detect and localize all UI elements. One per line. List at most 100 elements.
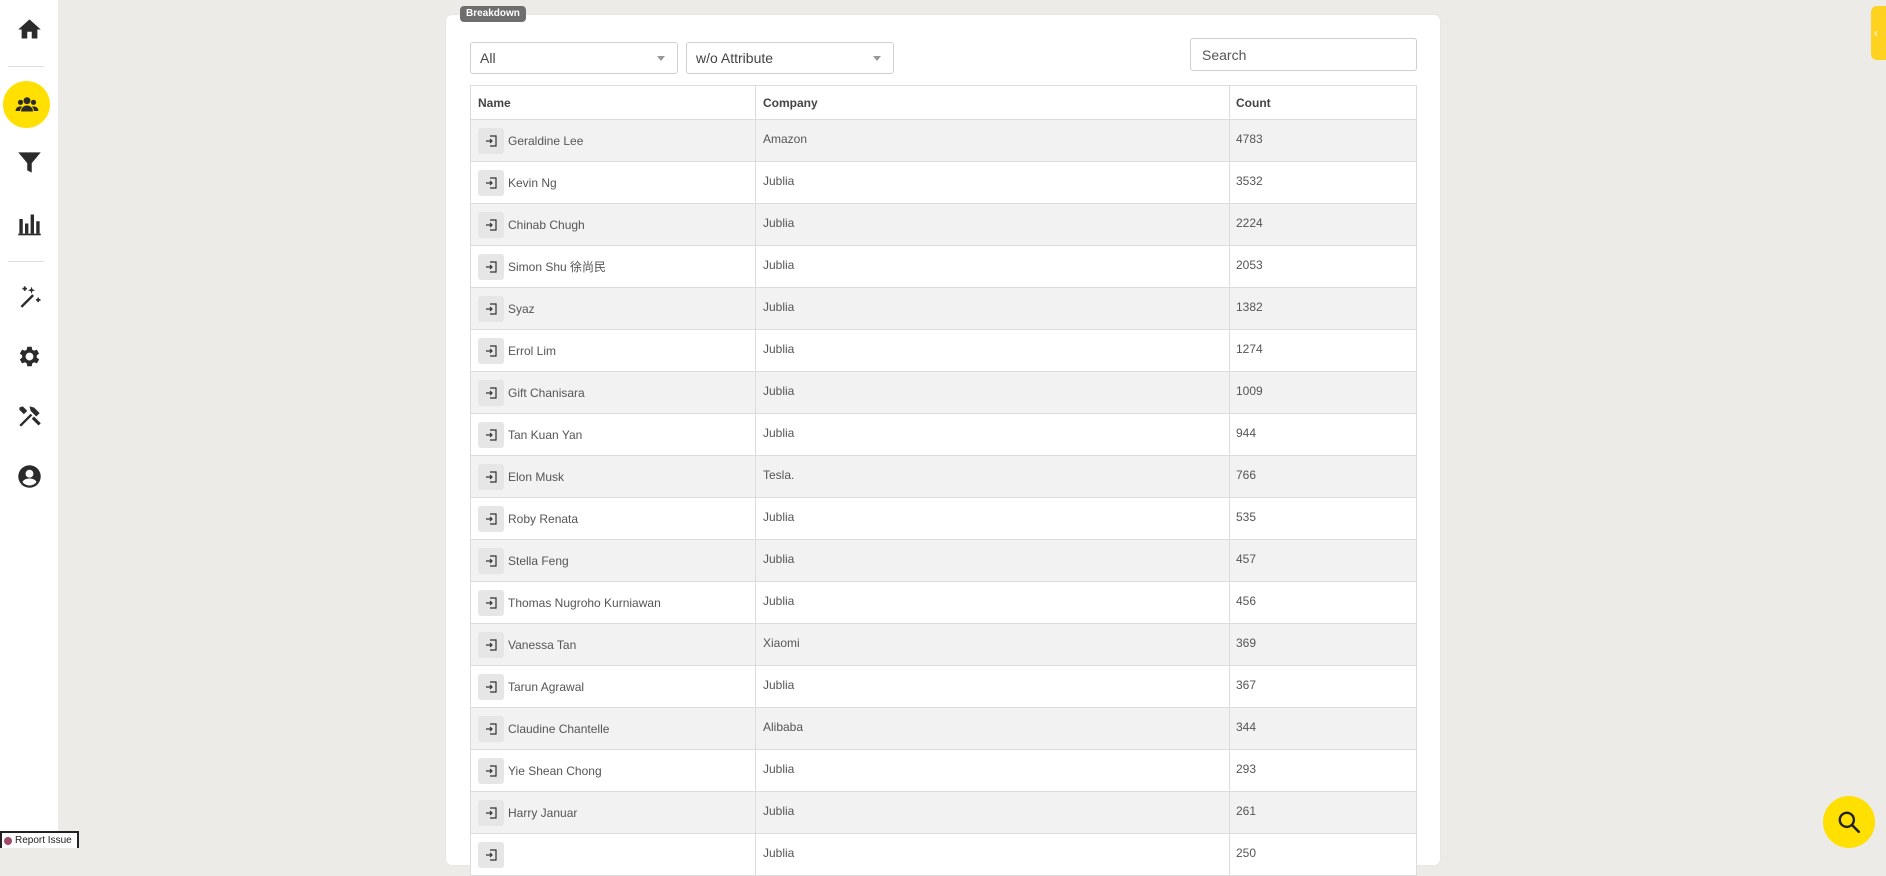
search-fab-button[interactable]	[1823, 796, 1875, 848]
cell-company: Jublia	[756, 288, 1230, 329]
sign-in-icon	[486, 638, 497, 651]
enter-button[interactable]	[478, 295, 504, 322]
cell-count: 344	[1236, 720, 1257, 734]
tools-icon	[18, 405, 41, 427]
users-icon	[15, 96, 38, 111]
person-name: Chinab Chugh	[508, 217, 585, 232]
search-icon	[1838, 811, 1861, 834]
column-header-count[interactable]: Count	[1230, 86, 1416, 119]
sidebar-divider	[8, 261, 44, 262]
nav-filter[interactable]	[4, 137, 54, 187]
cell-count: 3532	[1236, 174, 1263, 188]
cell-company: Alibaba	[756, 708, 1230, 749]
table-row: Kevin Ng Jublia 3532	[471, 161, 1416, 203]
search-input[interactable]	[1190, 38, 1417, 71]
person-name: Harry Januar	[508, 805, 578, 820]
enter-button[interactable]	[478, 673, 504, 700]
enter-button[interactable]	[478, 379, 504, 406]
nav-analytics[interactable]	[4, 198, 54, 248]
cell-name: Thomas Nugroho Kurniawan	[471, 582, 756, 623]
person-name: Roby Renata	[508, 511, 579, 526]
nav-tools[interactable]	[4, 391, 54, 441]
cell-name: Geraldine Lee	[471, 120, 756, 161]
nav-users[interactable]	[3, 81, 50, 128]
sign-in-icon	[486, 848, 497, 861]
enter-button[interactable]	[478, 337, 504, 364]
table-row: Chinab Chugh Jublia 2224	[471, 203, 1416, 245]
attribute-value: w/o Attribute	[696, 50, 774, 66]
sign-in-icon	[486, 470, 497, 483]
bug-icon	[4, 836, 12, 845]
enter-button[interactable]	[478, 631, 504, 658]
person-name: Geraldine Lee	[508, 133, 584, 148]
enter-button[interactable]	[478, 757, 504, 784]
table-row: Gift Chanisara Jublia 1009	[471, 371, 1416, 413]
sign-in-icon	[486, 554, 497, 567]
sign-in-icon	[486, 596, 497, 609]
cell-count: 4783	[1236, 132, 1263, 146]
cell-count: 2053	[1236, 258, 1263, 272]
nav-home[interactable]	[4, 4, 54, 54]
breakdown-table: Name Company Count Geraldine Lee Amazon 47…	[470, 85, 1417, 876]
cell-name: Harry Januar	[471, 792, 756, 833]
cell-company: Xiaomi	[756, 624, 1230, 665]
sign-in-icon	[486, 176, 497, 189]
enter-button[interactable]	[478, 463, 504, 490]
enter-button[interactable]	[478, 211, 504, 238]
enter-button[interactable]	[478, 169, 504, 196]
cell-name: Gift Chanisara	[471, 372, 756, 413]
sign-in-icon	[486, 764, 497, 777]
enter-button[interactable]	[478, 421, 504, 448]
sign-in-icon	[486, 680, 497, 693]
person-name: Tan Kuan Yan	[508, 427, 583, 442]
cell-name: Syaz	[471, 288, 756, 329]
enter-button[interactable]	[478, 253, 504, 280]
enter-button[interactable]	[478, 589, 504, 616]
report-issue-button[interactable]: Report Issue	[0, 831, 79, 848]
cell-company: Jublia	[756, 162, 1230, 203]
breakdown-tag: Breakdown	[460, 6, 526, 22]
cell-company: Amazon	[756, 120, 1230, 161]
person-name: Yie Shean Chong	[508, 763, 602, 778]
enter-button[interactable]	[478, 127, 504, 154]
enter-button[interactable]	[478, 505, 504, 532]
cell-company: Jublia	[756, 204, 1230, 245]
cell-name: Kevin Ng	[471, 162, 756, 203]
enter-button[interactable]	[478, 841, 504, 868]
nav-magic[interactable]	[4, 271, 54, 321]
filter-all-value: All	[480, 50, 496, 66]
cell-name: Stella Feng	[471, 540, 756, 581]
chevron-left-icon: ‹	[1874, 26, 1878, 40]
cell-name: Claudine Chantelle	[471, 708, 756, 749]
enter-button[interactable]	[478, 547, 504, 574]
person-name: Vanessa Tan	[508, 637, 577, 652]
cell-count: 250	[1236, 846, 1257, 860]
cell-count: 369	[1236, 636, 1257, 650]
nav-account[interactable]	[4, 451, 54, 501]
nav-settings[interactable]	[4, 331, 54, 381]
person-name: Syaz	[508, 301, 535, 316]
attribute-select[interactable]: w/o Attribute	[686, 42, 894, 74]
table-row: Simon Shu 徐尚民 Jublia 2053	[471, 245, 1416, 287]
table-row: Elon Musk Tesla. 766	[471, 455, 1416, 497]
enter-button[interactable]	[478, 799, 504, 826]
person-name: Tarun Agrawal	[508, 679, 585, 694]
column-header-name[interactable]: Name	[471, 86, 756, 119]
home-icon	[17, 18, 41, 38]
side-panel-toggle[interactable]: ‹	[1871, 6, 1886, 60]
cell-company: Jublia	[756, 792, 1230, 833]
person-name: Errol Lim	[508, 343, 557, 358]
cell-count: 457	[1236, 552, 1257, 566]
filter-all-select[interactable]: All	[470, 42, 678, 74]
cell-company: Tesla.	[756, 456, 1230, 497]
table-row: Jublia 250	[471, 833, 1416, 875]
cell-name: Errol Lim	[471, 330, 756, 371]
bar-chart-icon	[17, 214, 41, 235]
cell-company: Jublia	[756, 372, 1230, 413]
cell-company: Jublia	[756, 666, 1230, 707]
person-name: Simon Shu 徐尚民	[508, 260, 607, 274]
enter-button[interactable]	[478, 715, 504, 742]
cell-count: 367	[1236, 678, 1257, 692]
cell-count: 261	[1236, 804, 1257, 818]
column-header-company[interactable]: Company	[756, 86, 1230, 119]
